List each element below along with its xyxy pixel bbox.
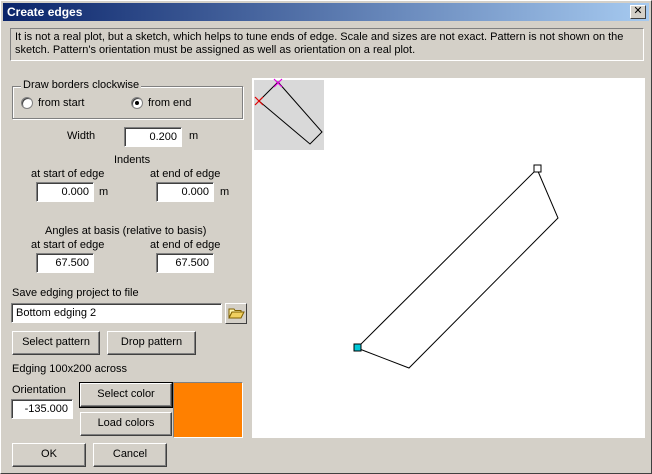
ok-button[interactable]: OK <box>12 443 86 467</box>
close-icon: ✕ <box>633 5 643 17</box>
indent-end-label: at end of edge <box>150 168 221 180</box>
angle-start-input[interactable]: 67.500 <box>36 253 94 273</box>
orientation-label: Orientation <box>12 384 66 396</box>
width-unit: m <box>189 130 199 142</box>
edge-start-handle[interactable] <box>353 343 362 352</box>
save-project-input[interactable]: Bottom edging 2 <box>11 303 222 323</box>
indent-start-unit: m <box>99 186 109 198</box>
select-color-button[interactable]: Select color <box>79 382 173 408</box>
draw-borders-title: Draw borders clockwise <box>21 79 142 91</box>
angles-title: Angles at basis (relative to basis) <box>45 225 207 237</box>
from-end-label: from end <box>148 97 192 109</box>
edge-outline <box>356 168 559 369</box>
edge-sketch <box>254 78 559 369</box>
title-bar[interactable]: Create edges ✕ <box>3 3 649 21</box>
orientation-input[interactable]: -135.000 <box>11 399 73 419</box>
select-pattern-button[interactable]: Select pattern <box>12 331 100 355</box>
angle-end-label: at end of edge <box>150 239 221 251</box>
angle-start-label: at start of edge <box>31 239 105 251</box>
cancel-button[interactable]: Cancel <box>93 443 167 467</box>
from-start-radio[interactable] <box>21 97 33 109</box>
from-end-radio[interactable] <box>131 97 143 109</box>
width-label: Width <box>67 130 96 142</box>
from-start-label: from start <box>38 97 85 109</box>
drop-pattern-button[interactable]: Drop pattern <box>107 331 196 355</box>
selected-color-swatch[interactable] <box>173 382 243 438</box>
sketch-notice: It is not a real plot, but a sketch, whi… <box>10 28 644 61</box>
indent-end-input[interactable]: 0.000 <box>156 182 214 202</box>
load-colors-button[interactable]: Load colors <box>80 412 172 436</box>
folder-open-icon <box>228 308 245 319</box>
indents-title: Indents <box>114 154 151 166</box>
edge-sketch-canvas <box>252 78 645 438</box>
angle-end-input[interactable]: 67.500 <box>156 253 214 273</box>
indent-start-input[interactable]: 0.000 <box>36 182 94 202</box>
close-button[interactable]: ✕ <box>630 5 646 19</box>
browse-folder-button[interactable] <box>225 303 247 324</box>
indent-start-label: at start of edge <box>31 168 105 180</box>
width-input[interactable]: 0.200 <box>124 127 182 147</box>
edge-end-handle[interactable] <box>533 164 542 173</box>
draw-borders-group: Draw borders clockwise from start from e… <box>12 79 243 119</box>
indent-end-unit: m <box>220 186 230 198</box>
create-edges-dialog: Create edges ✕ It is not a real plot, bu… <box>0 0 652 474</box>
window-title: Create edges <box>7 5 83 19</box>
sketch-thumbnail <box>254 80 324 150</box>
save-project-label: Save edging project to file <box>12 287 139 299</box>
edging-info: Edging 100x200 across <box>12 363 127 375</box>
